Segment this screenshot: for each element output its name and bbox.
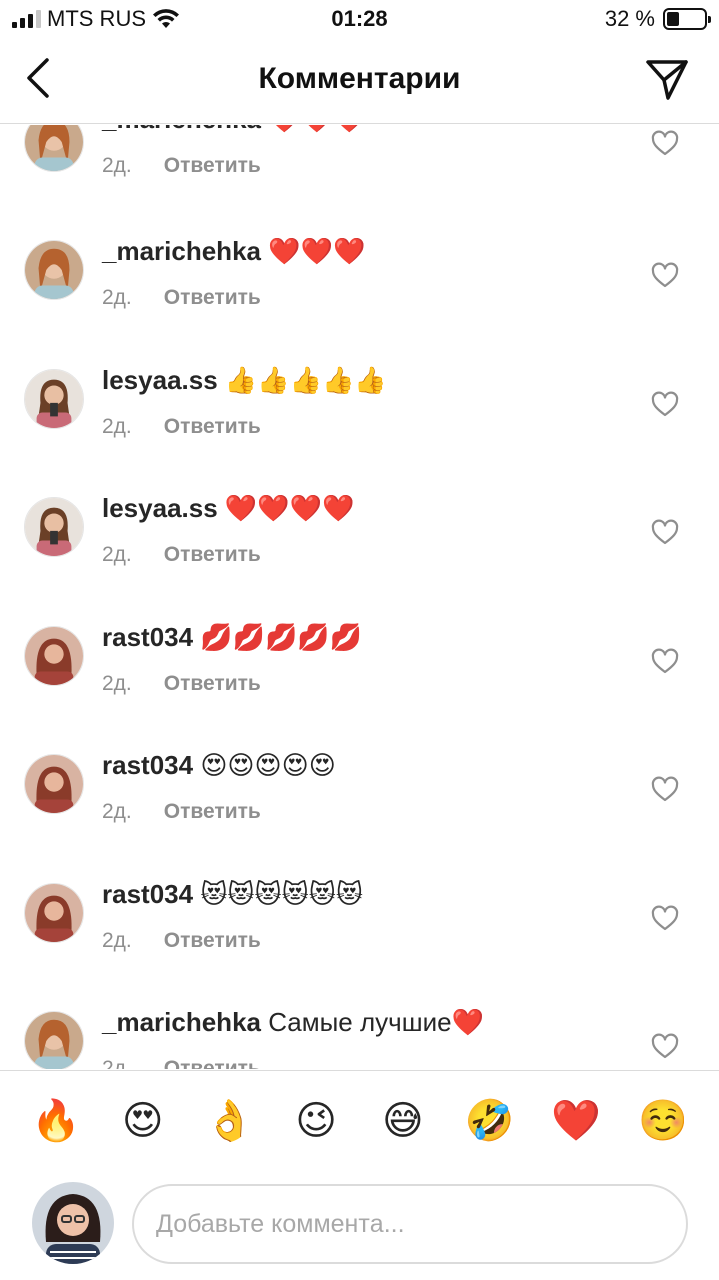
- avatar[interactable]: [24, 497, 84, 557]
- comment-time: 2д.: [102, 929, 132, 952]
- comment-text: lesyaa.ss ❤️❤️❤️❤️: [102, 493, 354, 524]
- comment-body: 😻😻😻😻😻😻: [200, 879, 363, 909]
- heart-icon[interactable]: [651, 776, 679, 804]
- avatar[interactable]: [24, 369, 84, 429]
- comment-meta: 2д. Ответить: [102, 415, 261, 439]
- reply-button[interactable]: Ответить: [164, 929, 261, 953]
- emoji-blush-button[interactable]: ☺️: [637, 1101, 689, 1141]
- comment-time: 2д.: [102, 672, 132, 695]
- comment-meta: 2д. Ответить: [102, 929, 261, 953]
- comment-item: lesyaa.ss ❤️❤️❤️❤️ 2д. Ответить: [0, 483, 719, 611]
- comment-item: lesyaa.ss 👍👍👍👍👍 2д. Ответить: [0, 355, 719, 483]
- heart-icon[interactable]: [651, 1033, 679, 1061]
- emoji-rofl-button[interactable]: 🤣: [464, 1101, 516, 1141]
- comment-username[interactable]: _marichehka: [102, 236, 261, 266]
- comment-text: rast034 😍😍😍😍😍: [102, 750, 336, 781]
- status-right: 32 %: [604, 6, 711, 32]
- comment-body: 😍😍😍😍😍: [200, 750, 336, 780]
- comments-list[interactable]: _marichehka ❤️❤️❤️ 2д. Ответить _maricheh…: [0, 125, 719, 1069]
- comment-item: rast034 😻😻😻😻😻😻 2д. Ответить: [0, 869, 719, 997]
- reply-button[interactable]: Ответить: [164, 415, 261, 439]
- emoji-fire-button[interactable]: 🔥: [30, 1101, 82, 1141]
- comment-username[interactable]: lesyaa.ss: [102, 493, 218, 523]
- battery-icon: [663, 8, 711, 30]
- comment-body: ❤️❤️❤️: [268, 236, 366, 266]
- battery-percent: 32 %: [604, 6, 655, 31]
- reply-button[interactable]: Ответить: [164, 800, 261, 824]
- reply-button[interactable]: Ответить: [164, 286, 261, 310]
- comment-username[interactable]: lesyaa.ss: [102, 365, 218, 395]
- comment-item: _marichehka ❤️❤️❤️ 2д. Ответить: [0, 125, 719, 226]
- emoji-ok-hand-button[interactable]: 👌: [203, 1101, 255, 1141]
- comment-text: lesyaa.ss 👍👍👍👍👍: [102, 365, 387, 396]
- comment-meta: 2д. Ответить: [102, 154, 261, 178]
- comment-body: Самые лучшие❤️: [268, 1007, 484, 1037]
- comment-time: 2д.: [102, 1057, 132, 1069]
- avatar[interactable]: [24, 754, 84, 814]
- comment-time: 2д.: [102, 415, 132, 438]
- heart-icon[interactable]: [651, 519, 679, 547]
- battery-fill: [667, 12, 679, 26]
- comment-text: _marichehka ❤️❤️❤️: [102, 125, 365, 135]
- comment-meta: 2д. Ответить: [102, 672, 261, 696]
- comment-username[interactable]: rast034: [102, 750, 193, 780]
- comment-meta: 2д. Ответить: [102, 286, 261, 310]
- avatar[interactable]: [24, 883, 84, 943]
- comment-username[interactable]: rast034: [102, 879, 193, 909]
- avatar[interactable]: [24, 1011, 84, 1069]
- comment-item: rast034 😍😍😍😍😍 2д. Ответить: [0, 740, 719, 868]
- paper-plane-icon: [646, 60, 688, 100]
- comment-text: _marichehka ❤️❤️❤️: [102, 236, 365, 267]
- comment-body: ❤️❤️❤️❤️: [224, 493, 355, 523]
- reply-button[interactable]: Ответить: [164, 543, 261, 567]
- comment-item: _marichehka ❤️❤️❤️ 2д. Ответить: [0, 226, 719, 354]
- share-button[interactable]: [643, 56, 691, 104]
- page-title: Комментарии: [258, 62, 461, 95]
- emoji-heart-eyes-button[interactable]: 😍: [117, 1101, 169, 1141]
- comment-meta: 2д. Ответить: [102, 800, 261, 824]
- avatar[interactable]: [24, 125, 84, 172]
- comment-input[interactable]: Добавьте комментa...: [132, 1184, 688, 1264]
- emoji-wink-button[interactable]: 😉: [290, 1101, 342, 1141]
- comment-username[interactable]: _marichehka: [102, 1007, 261, 1037]
- comment-time: 2д.: [102, 286, 132, 309]
- current-user-avatar: [32, 1182, 114, 1264]
- comment-text: rast034 😻😻😻😻😻😻: [102, 879, 363, 910]
- avatar[interactable]: [24, 626, 84, 686]
- comment-item: _marichehka Самые лучшие❤️ 2д. Ответить: [0, 997, 719, 1069]
- status-bar: MTS RUS 01:28 32 %: [0, 0, 719, 40]
- emoji-bar: 🔥 😍 👌 😉 😅 🤣 ❤️ ☺️: [0, 1070, 719, 1170]
- comment-meta: 2д. Ответить: [102, 1057, 261, 1069]
- comment-text: rast034 💋💋💋💋💋: [102, 622, 362, 653]
- nav-header: Комментарии: [0, 40, 719, 124]
- heart-icon[interactable]: [651, 905, 679, 933]
- reply-button[interactable]: Ответить: [164, 672, 261, 696]
- comment-time: 2д.: [102, 800, 132, 823]
- comment-composer: Добавьте комментa...: [0, 1170, 719, 1280]
- heart-icon[interactable]: [651, 262, 679, 290]
- emoji-sweat-smile-button[interactable]: 😅: [377, 1101, 429, 1141]
- comment-body: 💋💋💋💋💋: [200, 622, 363, 652]
- reply-button[interactable]: Ответить: [164, 1057, 261, 1069]
- avatar[interactable]: [24, 240, 84, 300]
- heart-icon[interactable]: [651, 391, 679, 419]
- comment-meta: 2д. Ответить: [102, 543, 261, 567]
- heart-icon[interactable]: [651, 648, 679, 676]
- comment-time: 2д.: [102, 543, 132, 566]
- comment-item: rast034 💋💋💋💋💋 2д. Ответить: [0, 612, 719, 740]
- reply-button[interactable]: Ответить: [164, 154, 261, 178]
- comment-username[interactable]: _marichehka: [102, 125, 261, 134]
- comment-username[interactable]: rast034: [102, 622, 193, 652]
- emoji-heart-button[interactable]: ❤️: [550, 1101, 602, 1141]
- comment-body: 👍👍👍👍👍: [224, 365, 387, 395]
- comment-text: _marichehka Самые лучшие❤️: [102, 1007, 484, 1038]
- comment-body: ❤️❤️❤️: [268, 125, 365, 134]
- heart-icon[interactable]: [651, 130, 679, 158]
- comment-time: 2д.: [102, 154, 132, 177]
